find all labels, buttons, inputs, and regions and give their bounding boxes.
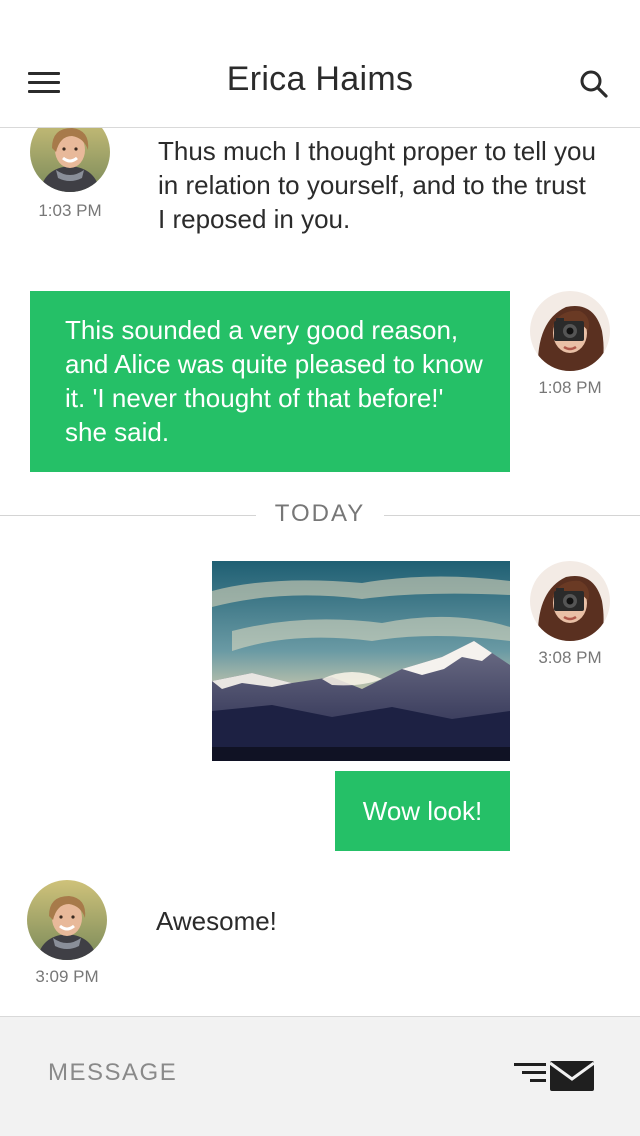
message-timestamp: 3:08 PM	[538, 648, 602, 667]
message-bubble: Wow look!	[335, 771, 510, 851]
message-text: Wow look!	[362, 796, 483, 826]
date-divider-label: TODAY	[274, 500, 366, 527]
contact-avatar[interactable]	[27, 880, 107, 960]
shared-photo[interactable]	[212, 561, 510, 761]
user-avatar[interactable]	[530, 561, 610, 641]
message-text: Thus much I thought proper to tell you i…	[158, 136, 596, 234]
message-text: Awesome!	[156, 906, 277, 936]
divider-line	[0, 515, 256, 516]
send-message-icon[interactable]	[510, 1057, 598, 1097]
message-bubble: This sounded a very good reason, and Ali…	[30, 291, 510, 472]
search-icon[interactable]	[578, 68, 610, 100]
message-timestamp: 3:09 PM	[35, 967, 99, 986]
message-list[interactable]: 1:03 PM Thus much I thought proper to te…	[0, 128, 640, 1016]
divider-line	[384, 515, 640, 516]
message-input[interactable]: MESSAGE	[48, 1059, 177, 1087]
user-avatar[interactable]	[530, 291, 610, 371]
message-timestamp: 1:08 PM	[538, 378, 602, 397]
header-bar: Erica Haims	[0, 0, 640, 128]
message-composer: MESSAGE	[0, 1016, 640, 1136]
message-text: This sounded a very good reason, and Ali…	[65, 315, 483, 447]
contact-avatar[interactable]	[30, 128, 110, 192]
message-timestamp: 1:03 PM	[38, 201, 102, 220]
page-title: Erica Haims	[226, 60, 414, 98]
